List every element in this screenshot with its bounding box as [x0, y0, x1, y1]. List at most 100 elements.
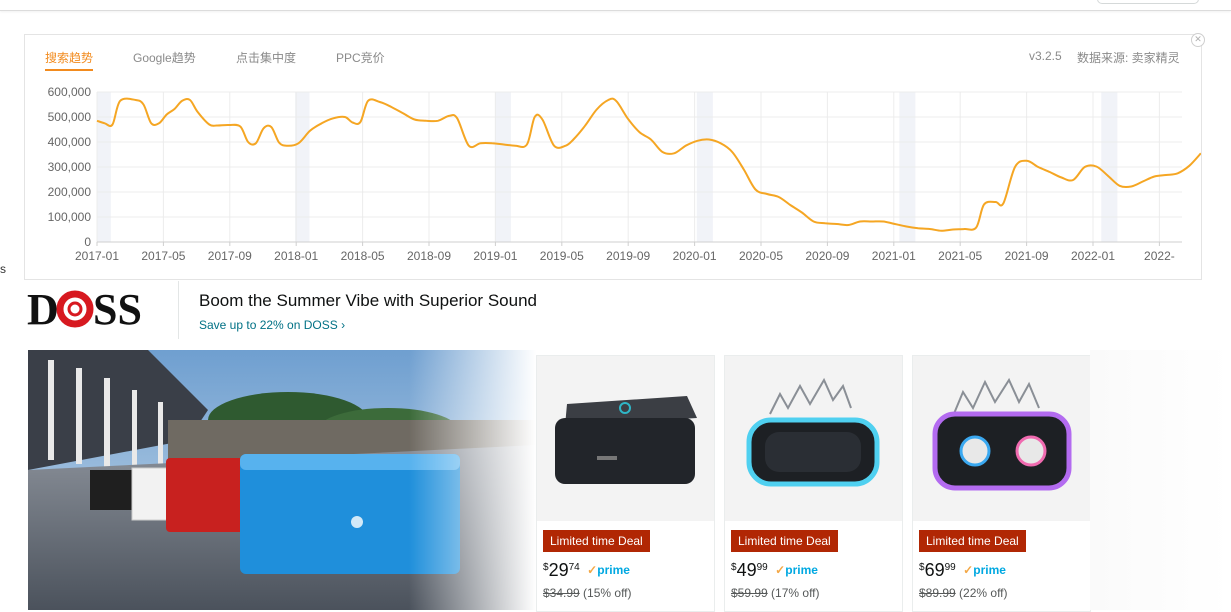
- svg-text:SS: SS: [93, 287, 142, 331]
- chart-point-0-89: [1025, 160, 1027, 162]
- product-image-1[interactable]: [537, 356, 714, 521]
- product-image-2[interactable]: [725, 356, 902, 521]
- chart-point-0-83: [963, 228, 965, 230]
- chart-point-0-92: [1060, 176, 1062, 178]
- chart-point-0-57: [661, 151, 663, 153]
- chart-point-0-72: [836, 223, 838, 225]
- top-menu-button[interactable]: [1097, 0, 1199, 4]
- chart-y-tick-2: 200,000: [48, 185, 92, 199]
- price-1: $2974 ✓prime: [543, 560, 630, 580]
- carousel-edge: [1090, 350, 1231, 610]
- chart-point-0-52: [607, 99, 609, 101]
- chart-point-0-100: [1153, 175, 1155, 177]
- chart-point-0-0: [96, 120, 98, 122]
- chart-point-0-59: [685, 145, 687, 147]
- chart-point-0-15: [227, 124, 229, 126]
- chart-point-0-10: [181, 100, 183, 102]
- chart-point-0-80: [929, 228, 931, 230]
- chart-point-0-75: [870, 220, 872, 222]
- chart-point-0-31: [379, 101, 381, 103]
- chart-point-0-54: [626, 117, 628, 119]
- chart-point-0-27: [344, 116, 346, 118]
- chart-x-tick-3: 2018-01: [274, 249, 318, 263]
- product-card-2[interactable]: Limited time Deal $4999 ✓prime $59.99 (1…: [724, 355, 903, 612]
- chart-point-0-41: [491, 142, 493, 144]
- chart-y-tick-4: 400,000: [48, 135, 92, 149]
- chart-point-0-14: [216, 124, 218, 126]
- chart-point-0-50: [584, 125, 586, 127]
- cropped-text: s: [0, 262, 6, 276]
- chart-point-0-79: [917, 227, 919, 229]
- chart-point-0-82: [952, 228, 954, 230]
- chart-point-0-7: [158, 122, 160, 124]
- chart-point-0-9: [173, 108, 175, 110]
- chart-point-0-94: [1084, 166, 1086, 168]
- chart-y-tick-5: 500,000: [48, 110, 92, 124]
- chart-x-tick-13: 2021-05: [938, 249, 982, 263]
- chart-point-0-56: [650, 138, 652, 140]
- chart-point-0-42: [503, 143, 505, 145]
- chart-point-0-2: [111, 123, 113, 125]
- chart-point-0-26: [332, 117, 334, 119]
- chart-y-tick-0: 0: [84, 235, 91, 249]
- chart-point-0-67: [778, 196, 780, 198]
- chart-point-0-25: [320, 122, 322, 124]
- chart-point-0-40: [479, 142, 481, 144]
- chart-point-0-93: [1072, 179, 1074, 181]
- chart-point-0-77: [894, 223, 896, 225]
- product-image-3[interactable]: [913, 356, 1090, 521]
- chart-point-0-23: [297, 142, 299, 144]
- list-price-2: $59.99 (17% off): [731, 586, 820, 600]
- chart-point-0-96: [1107, 175, 1109, 177]
- product-card-3[interactable]: Limited time Deal $6999 ✓prime $89.99 (2…: [912, 355, 1091, 612]
- list-price-3: $89.99 (22% off): [919, 586, 1008, 600]
- chart-point-0-55: [638, 131, 640, 133]
- chart-point-0-102: [1176, 172, 1178, 174]
- chart-x-tick-8: 2019-09: [606, 249, 650, 263]
- price-2: $4999 ✓prime: [731, 560, 818, 580]
- chart-x-tick-12: 2021-01: [872, 249, 916, 263]
- brand-headline[interactable]: Boom the Summer Vibe with Superior Sound: [199, 291, 537, 311]
- chart-point-0-8: [166, 113, 168, 115]
- chart-point-0-38: [456, 117, 458, 119]
- chart-point-0-13: [208, 123, 210, 125]
- price-3: $6999 ✓prime: [919, 560, 1006, 580]
- chart-point-0-17: [247, 141, 249, 143]
- chart-point-0-71: [824, 222, 826, 224]
- chart-point-0-11: [189, 99, 191, 101]
- chart-point-0-87: [1002, 202, 1004, 204]
- chart-series-line-0: [96, 97, 1201, 232]
- chart-x-tick-15: 2022-01: [1071, 249, 1115, 263]
- chart-point-0-60: [696, 140, 698, 142]
- chart-x-tick-1: 2017-05: [141, 249, 185, 263]
- deal-badge-3: Limited time Deal: [919, 530, 1026, 552]
- chart-point-0-21: [278, 141, 280, 143]
- chart-point-0-30: [367, 100, 369, 102]
- deal-badge-2: Limited time Deal: [731, 530, 838, 552]
- chart-point-0-36: [437, 120, 439, 122]
- chart-x-tick-2: 2017-09: [208, 249, 252, 263]
- chart-point-0-18: [255, 142, 257, 144]
- chart-x-tick-5: 2018-09: [407, 249, 451, 263]
- chart-x-tick-4: 2018-05: [341, 249, 385, 263]
- chart-point-0-1: [104, 122, 106, 124]
- chart-point-0-28: [351, 121, 353, 123]
- brand-shop-link[interactable]: Save up to 22% on DOSS ›: [199, 318, 345, 332]
- chart-point-0-88: [1014, 166, 1016, 168]
- product-card-1[interactable]: Limited time Deal $2974 ✓prime $34.99 (1…: [536, 355, 715, 612]
- chart-point-0-97: [1118, 185, 1120, 187]
- chart-point-0-78: [905, 225, 907, 227]
- chart-point-0-91: [1049, 171, 1051, 173]
- chart-point-0-53: [615, 100, 617, 102]
- chart-point-0-63: [731, 151, 733, 153]
- chart-point-0-12: [197, 111, 199, 113]
- chart-point-0-62: [719, 142, 721, 144]
- hero-speakers-image[interactable]: [28, 350, 536, 610]
- chart-point-0-44: [526, 143, 528, 145]
- chart-point-0-81: [940, 230, 942, 232]
- chart-point-0-65: [754, 188, 756, 190]
- prime-badge-icon: ✓prime: [587, 563, 630, 577]
- brand-divider: [178, 281, 179, 339]
- chart-point-0-64: [743, 168, 745, 170]
- chart-point-0-61: [708, 138, 710, 140]
